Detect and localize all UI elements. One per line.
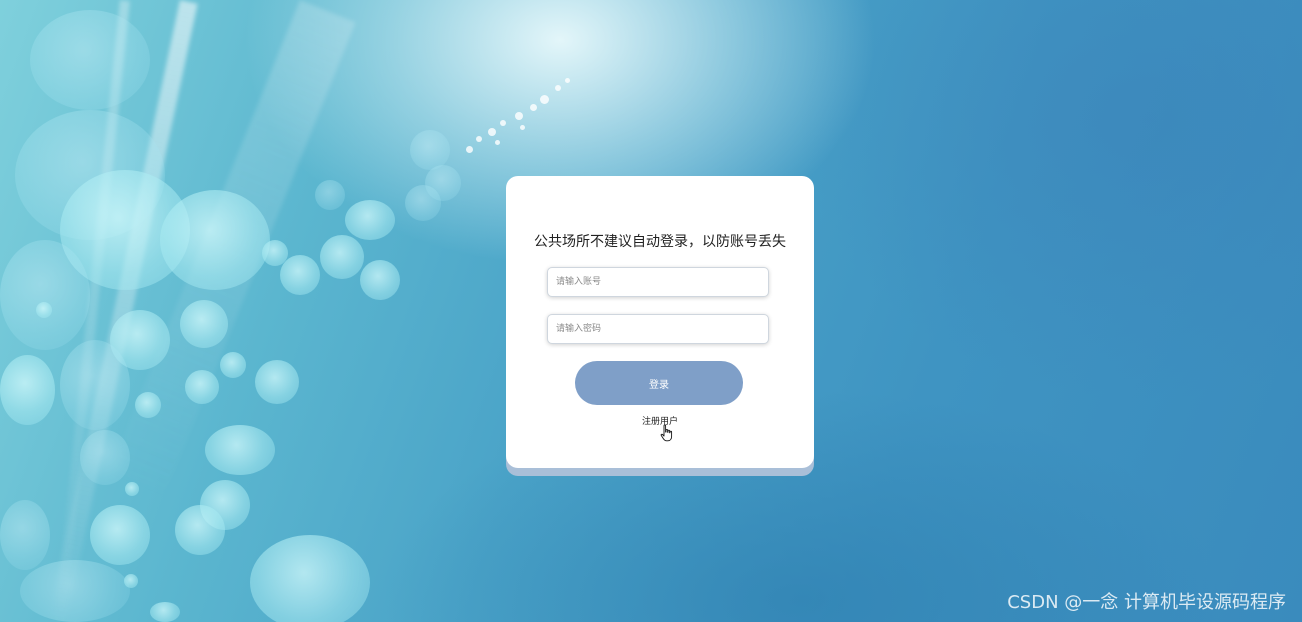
bokeh-circle — [175, 505, 225, 555]
username-input[interactable] — [547, 267, 769, 297]
bokeh-circle — [180, 300, 228, 348]
bokeh-circle — [220, 352, 246, 378]
sparkle — [495, 140, 500, 145]
bokeh-circle — [425, 165, 461, 201]
hand-pointer-icon — [660, 424, 674, 442]
bokeh-circle — [280, 255, 320, 295]
bokeh-circle — [36, 302, 52, 318]
bokeh-circle — [315, 180, 345, 210]
bokeh-circle — [30, 10, 150, 110]
sparkle — [565, 78, 570, 83]
bokeh-circle — [60, 340, 130, 430]
sparkle — [515, 112, 523, 120]
bokeh-circle — [90, 505, 150, 565]
sparkle — [466, 146, 473, 153]
bokeh-circle — [320, 235, 364, 279]
bokeh-circle — [345, 200, 395, 240]
bokeh-circle — [0, 500, 50, 570]
sparkle — [520, 125, 525, 130]
bokeh-circle — [80, 430, 130, 485]
bokeh-circle — [250, 535, 370, 622]
sparkle — [476, 136, 482, 142]
bokeh-circle — [0, 240, 90, 350]
bokeh-circle — [255, 360, 299, 404]
bokeh-circle — [185, 370, 219, 404]
bokeh-circle — [410, 130, 450, 170]
watermark: CSDN @一念 计算机毕设源码程序 — [1007, 592, 1286, 613]
bokeh-circle — [205, 425, 275, 475]
bokeh-circle — [0, 355, 55, 425]
bokeh-circle — [125, 482, 139, 496]
sparkle — [488, 128, 496, 136]
sparkle — [500, 120, 506, 126]
bokeh-circle — [124, 574, 138, 588]
bokeh-circle — [160, 190, 270, 290]
login-button[interactable]: 登录 — [575, 361, 743, 405]
bokeh-circle — [150, 602, 180, 622]
login-card: 公共场所不建议自动登录，以防账号丢失 登录 注册用户 — [506, 176, 814, 468]
bokeh-circle — [20, 560, 130, 622]
password-input[interactable] — [547, 314, 769, 344]
bokeh-circle — [262, 240, 288, 266]
sparkle — [540, 95, 549, 104]
sparkle — [530, 104, 537, 111]
bokeh-circle — [360, 260, 400, 300]
bokeh-circle — [135, 392, 161, 418]
sparkle — [555, 85, 561, 91]
login-notice: 公共场所不建议自动登录，以防账号丢失 — [534, 234, 786, 250]
